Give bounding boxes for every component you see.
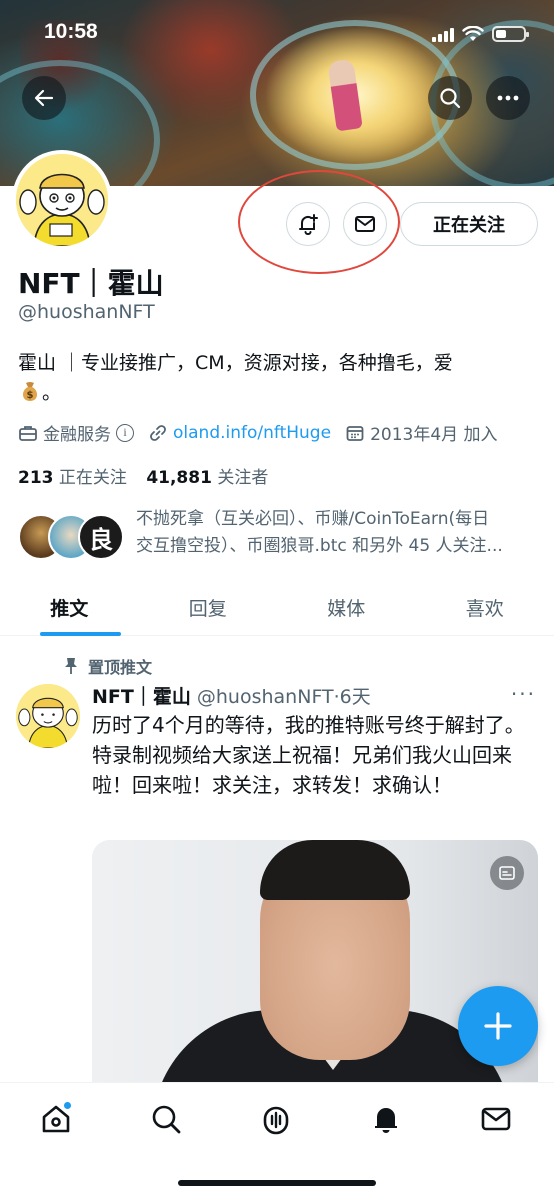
avatar bbox=[16, 154, 108, 246]
notify-button[interactable] bbox=[286, 202, 330, 246]
tab-likes[interactable]: 喜欢 bbox=[416, 580, 554, 635]
tweet-header: NFT｜霍山 @huoshanNFT·6天 bbox=[92, 682, 371, 709]
tab-media[interactable]: 媒体 bbox=[277, 580, 416, 635]
tweet-author-name[interactable]: NFT｜霍山 bbox=[92, 686, 191, 708]
spaces-icon bbox=[263, 1106, 289, 1135]
profile-avatar[interactable] bbox=[12, 150, 112, 250]
tweet-video[interactable] bbox=[92, 840, 538, 1100]
tab-replies[interactable]: 回复 bbox=[139, 580, 278, 635]
cartoon-avatar-icon bbox=[16, 154, 108, 246]
followers-count: 41,881 bbox=[146, 468, 212, 488]
profile-name: NFT｜霍山 bbox=[18, 267, 164, 300]
notification-dot bbox=[63, 1101, 72, 1110]
message-button[interactable] bbox=[343, 202, 387, 246]
status-bar: 10:58 bbox=[0, 20, 554, 52]
nav-home[interactable] bbox=[36, 1099, 76, 1139]
followers-count-link[interactable]: 41,881 关注者 bbox=[146, 468, 268, 488]
bio-tail: 。 bbox=[42, 382, 62, 404]
arrow-left-icon bbox=[34, 89, 54, 107]
status-icons bbox=[432, 26, 529, 42]
pinned-label: 置顶推文 bbox=[64, 654, 152, 678]
nav-explore[interactable] bbox=[146, 1099, 186, 1139]
calendar-icon bbox=[346, 425, 364, 441]
avatar: 良 bbox=[78, 514, 124, 560]
back-button[interactable] bbox=[22, 76, 66, 120]
envelope-icon bbox=[481, 1107, 511, 1131]
plus-icon bbox=[484, 1012, 512, 1040]
search-icon bbox=[152, 1105, 181, 1134]
following-label: 正在关注 bbox=[58, 468, 127, 488]
svg-text:$: $ bbox=[27, 390, 34, 401]
search-button[interactable] bbox=[428, 76, 472, 120]
envelope-icon bbox=[355, 216, 375, 232]
tweet-more-button[interactable]: ··· bbox=[511, 682, 536, 706]
following-button[interactable]: 正在关注 bbox=[400, 202, 538, 246]
following-count: 213 bbox=[18, 468, 54, 488]
followed-by-line: 交互撸空投）、币圈狼哥.btc 和另外 45 人关注... bbox=[136, 536, 503, 556]
search-icon bbox=[440, 88, 461, 109]
followers-label: 关注者 bbox=[217, 468, 269, 488]
follow-counts: 213 正在关注 41,881 关注者 bbox=[18, 463, 282, 488]
profile-handle: @huoshanNFT bbox=[18, 301, 155, 323]
more-icon bbox=[497, 95, 519, 101]
profile-meta: 金融服务 i oland.info/nftHuge 2013年4月 加入 bbox=[18, 420, 512, 445]
tweet-author-handle[interactable]: @huoshanNFT bbox=[197, 686, 334, 708]
compose-tweet-button[interactable] bbox=[458, 986, 538, 1066]
info-icon[interactable]: i bbox=[116, 423, 134, 442]
nav-notifications[interactable] bbox=[366, 1099, 406, 1139]
category-item: 金融服务 i bbox=[18, 420, 134, 445]
wifi-icon bbox=[462, 26, 484, 41]
video-person-hair bbox=[260, 840, 410, 900]
profile-tabs: 推文 回复 媒体 喜欢 bbox=[0, 580, 554, 636]
followed-by-row[interactable]: 良 不抛死拿（互关必回）、币赚/CoinToEarn(每日 交互撸空投）、币圈狼… bbox=[18, 506, 538, 568]
status-time: 10:58 bbox=[44, 20, 98, 43]
joined-date: 2013年4月 加入 bbox=[370, 425, 498, 445]
profile-bio: 霍山 ｜专业接推广，CM，资源对接，各种撸毛，爱 $ 。 bbox=[18, 348, 538, 408]
battery-icon bbox=[492, 26, 529, 42]
following-count-link[interactable]: 213 正在关注 bbox=[18, 468, 127, 488]
tweet-time: ·6天 bbox=[333, 686, 371, 708]
briefcase-icon bbox=[19, 425, 37, 441]
bio-text: 霍山 ｜专业接推广，CM，资源对接，各种撸毛，爱 bbox=[18, 352, 453, 374]
tweet-author-avatar[interactable] bbox=[16, 684, 80, 748]
bell-icon bbox=[375, 1108, 397, 1133]
tab-tweets[interactable]: 推文 bbox=[0, 580, 139, 636]
nav-messages[interactable] bbox=[476, 1099, 516, 1139]
link-icon bbox=[150, 424, 166, 441]
website-link[interactable]: oland.info/nftHuge bbox=[173, 423, 331, 443]
pinned-text: 置顶推文 bbox=[88, 658, 153, 677]
followed-by-avatars: 良 bbox=[18, 514, 128, 560]
home-indicator bbox=[178, 1180, 376, 1186]
website-item[interactable]: oland.info/nftHuge bbox=[148, 423, 331, 443]
category-label: 金融服务 bbox=[43, 425, 111, 445]
bell-plus-icon bbox=[299, 214, 318, 235]
cartoon-avatar-icon bbox=[16, 684, 80, 748]
more-options-button[interactable] bbox=[486, 76, 530, 120]
nav-spaces[interactable] bbox=[256, 1099, 296, 1139]
cellular-signal-icon bbox=[432, 27, 454, 42]
followed-by-line: 不抛死拿（互关必回）、币赚/CoinToEarn(每日 bbox=[136, 509, 490, 529]
captions-icon bbox=[499, 866, 515, 880]
followed-by-text: 不抛死拿（互关必回）、币赚/CoinToEarn(每日 交互撸空投）、币圈狼哥.… bbox=[136, 506, 538, 560]
tweet-text: 历时了4个月的等待，我的推特账号终于解封了。特录制视频给大家送上祝福！兄弟们我火… bbox=[92, 713, 525, 797]
pin-icon bbox=[65, 658, 77, 674]
joined-item: 2013年4月 加入 bbox=[345, 420, 498, 445]
money-bag-emoji: $ bbox=[22, 382, 38, 401]
captions-button[interactable] bbox=[490, 856, 524, 890]
